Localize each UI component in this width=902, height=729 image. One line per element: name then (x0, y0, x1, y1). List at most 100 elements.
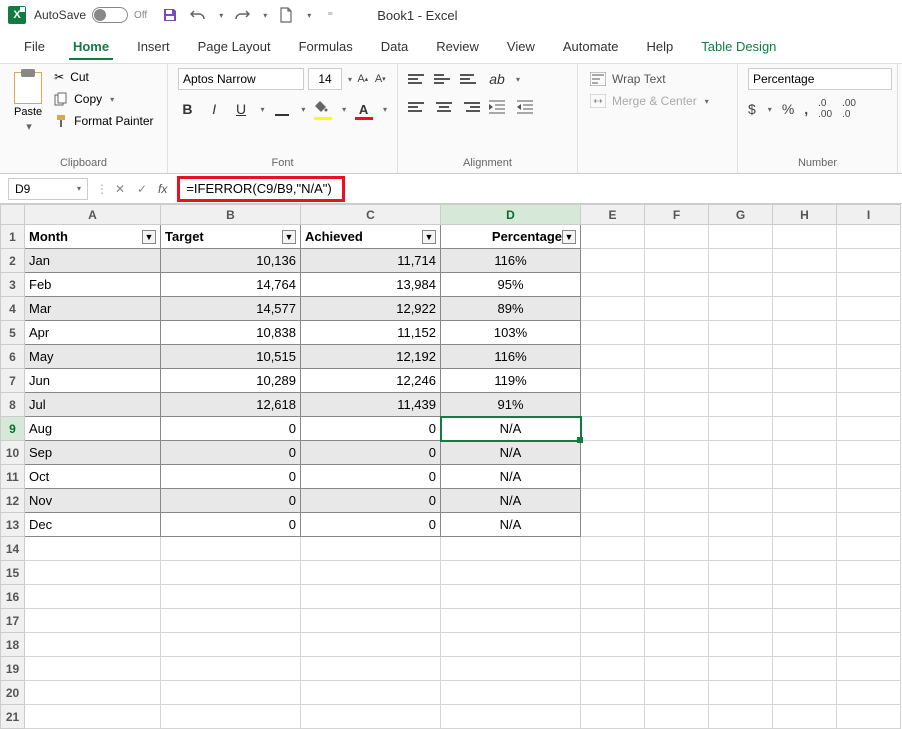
cell-C3[interactable]: 13,984 (301, 273, 441, 297)
cell-E16[interactable] (581, 585, 645, 609)
cell-E9[interactable] (581, 417, 645, 441)
cell-H11[interactable] (773, 465, 837, 489)
cell-H17[interactable] (773, 609, 837, 633)
paste-dropdown-icon[interactable]: ▾ (26, 120, 32, 133)
cell-E6[interactable] (581, 345, 645, 369)
cell-H13[interactable] (773, 513, 837, 537)
row-header-13[interactable]: 13 (1, 513, 25, 537)
cell-I13[interactable] (837, 513, 901, 537)
cell-A11[interactable]: Oct (25, 465, 161, 489)
col-header-F[interactable]: F (645, 205, 709, 225)
formula-input[interactable]: =IFERROR(C9/B9,"N/A") (186, 181, 336, 196)
cell-B20[interactable] (161, 681, 301, 705)
merge-dropdown-icon[interactable]: ▾ (705, 97, 709, 106)
cell-A6[interactable]: May (25, 345, 161, 369)
cell-F20[interactable] (645, 681, 709, 705)
cell-E10[interactable] (581, 441, 645, 465)
cell-E3[interactable] (581, 273, 645, 297)
fx-icon[interactable]: fx (158, 182, 167, 196)
cell-E14[interactable] (581, 537, 645, 561)
cell-B14[interactable] (161, 537, 301, 561)
currency-icon[interactable]: $ (748, 101, 756, 117)
cell-H20[interactable] (773, 681, 837, 705)
cell-H19[interactable] (773, 657, 837, 681)
cell-F6[interactable] (645, 345, 709, 369)
cell-G19[interactable] (709, 657, 773, 681)
cell-I17[interactable] (837, 609, 901, 633)
row-header-19[interactable]: 19 (1, 657, 25, 681)
cell-I3[interactable] (837, 273, 901, 297)
row-header-5[interactable]: 5 (1, 321, 25, 345)
cell-A9[interactable]: Aug (25, 417, 161, 441)
cell-F5[interactable] (645, 321, 709, 345)
cell-A4[interactable]: Mar (25, 297, 161, 321)
increase-font-icon[interactable]: A▴ (356, 68, 369, 90)
cell-E13[interactable] (581, 513, 645, 537)
cell-C8[interactable]: 11,439 (301, 393, 441, 417)
cell-I18[interactable] (837, 633, 901, 657)
cell-G7[interactable] (709, 369, 773, 393)
font-color-button[interactable]: A (354, 98, 373, 120)
cell-B7[interactable]: 10,289 (161, 369, 301, 393)
cell-E11[interactable] (581, 465, 645, 489)
cell-C5[interactable]: 11,152 (301, 321, 441, 345)
cell-A5[interactable]: Apr (25, 321, 161, 345)
row-header-17[interactable]: 17 (1, 609, 25, 633)
cell-D15[interactable] (441, 561, 581, 585)
cell-F4[interactable] (645, 297, 709, 321)
cell-A21[interactable] (25, 705, 161, 729)
cell-I11[interactable] (837, 465, 901, 489)
cell-I10[interactable] (837, 441, 901, 465)
cell-D9[interactable]: N/A (441, 417, 581, 441)
cell-H8[interactable] (773, 393, 837, 417)
cell-F1[interactable] (645, 225, 709, 249)
italic-button[interactable]: I (205, 98, 224, 120)
cell-I4[interactable] (837, 297, 901, 321)
redo-icon[interactable] (233, 6, 251, 24)
cell-B17[interactable] (161, 609, 301, 633)
align-center-icon[interactable] (434, 98, 454, 116)
qat-customize-icon[interactable]: ⁼ (321, 6, 339, 24)
col-header-C[interactable]: C (301, 205, 441, 225)
cell-G5[interactable] (709, 321, 773, 345)
cell-G6[interactable] (709, 345, 773, 369)
increase-indent-icon[interactable] (514, 96, 536, 118)
cell-F18[interactable] (645, 633, 709, 657)
cell-G14[interactable] (709, 537, 773, 561)
tab-page-layout[interactable]: Page Layout (194, 33, 275, 60)
cell-G15[interactable] (709, 561, 773, 585)
font-size-dropdown-icon[interactable]: ▾ (348, 75, 352, 84)
row-header-4[interactable]: 4 (1, 297, 25, 321)
cell-D18[interactable] (441, 633, 581, 657)
cell-G21[interactable] (709, 705, 773, 729)
cell-A3[interactable]: Feb (25, 273, 161, 297)
cell-G20[interactable] (709, 681, 773, 705)
underline-button[interactable]: U (232, 98, 251, 120)
align-middle-icon[interactable] (434, 70, 454, 88)
cell-D19[interactable] (441, 657, 581, 681)
cell-F19[interactable] (645, 657, 709, 681)
comma-icon[interactable]: , (804, 101, 808, 117)
autosave-toggle[interactable]: AutoSave Off (34, 7, 147, 23)
cell-E21[interactable] (581, 705, 645, 729)
row-header-12[interactable]: 12 (1, 489, 25, 513)
table-header-month[interactable]: Month▼ (25, 225, 161, 249)
cell-I1[interactable] (837, 225, 901, 249)
col-header-B[interactable]: B (161, 205, 301, 225)
decrease-font-icon[interactable]: A▾ (374, 68, 387, 90)
cell-F10[interactable] (645, 441, 709, 465)
border-dropdown-icon[interactable]: ▾ (301, 105, 305, 114)
select-all-corner[interactable] (1, 205, 25, 225)
align-bottom-icon[interactable] (460, 70, 480, 88)
new-file-icon[interactable] (277, 6, 295, 24)
row-header-21[interactable]: 21 (1, 705, 25, 729)
col-header-I[interactable]: I (837, 205, 901, 225)
cell-A10[interactable]: Sep (25, 441, 161, 465)
cell-G3[interactable] (709, 273, 773, 297)
cell-D7[interactable]: 119% (441, 369, 581, 393)
cell-B10[interactable]: 0 (161, 441, 301, 465)
toggle-off-icon[interactable] (92, 7, 128, 23)
decrease-decimal-icon[interactable]: .00.0 (842, 98, 856, 120)
cell-D13[interactable]: N/A (441, 513, 581, 537)
cell-E5[interactable] (581, 321, 645, 345)
